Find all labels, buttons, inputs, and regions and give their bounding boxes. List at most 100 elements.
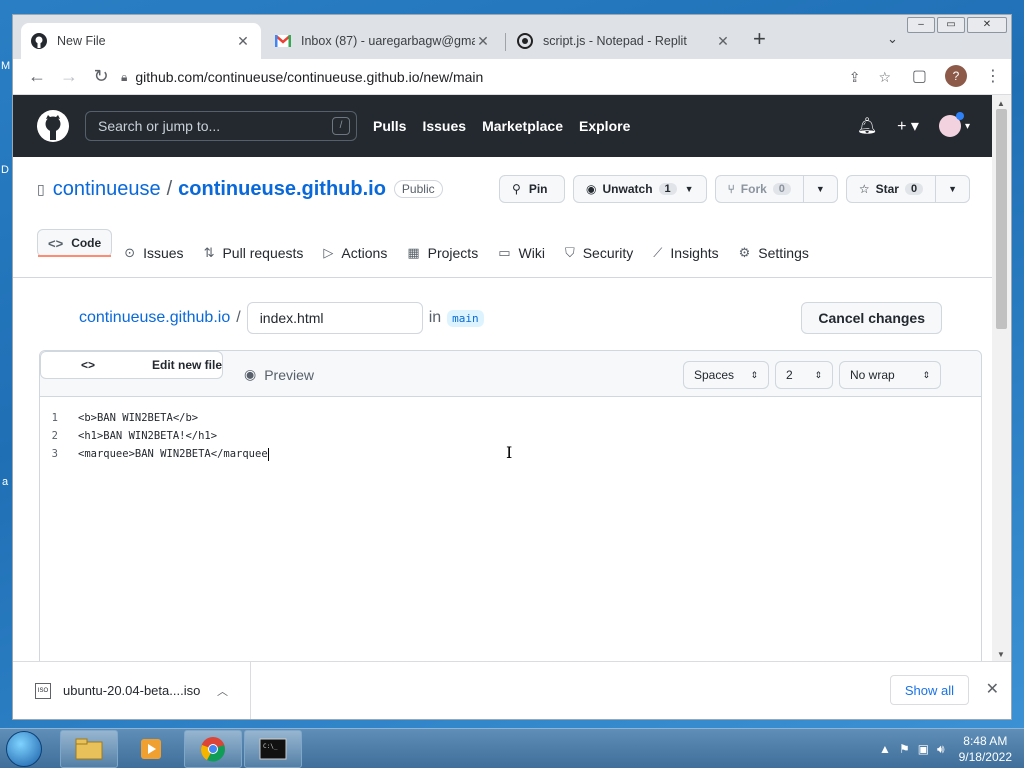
desktop-icon-label: D: [1, 164, 9, 176]
scroll-down-icon[interactable]: ▼: [997, 650, 1005, 659]
tray-expand-icon[interactable]: ▲: [879, 742, 891, 757]
wiki-icon: ▭: [498, 245, 511, 260]
tab-insights[interactable]: ⟋ Insights: [645, 229, 726, 277]
downloads-bar: ISO ubuntu-20.04-beta....iso ︿ Show all …: [13, 661, 1011, 719]
github-logo-icon[interactable]: [37, 110, 69, 142]
branch-label: main: [447, 309, 484, 327]
svg-text:C:\_: C:\_: [263, 743, 278, 750]
scroll-thumb[interactable]: [996, 109, 1007, 329]
close-icon[interactable]: ✕: [986, 679, 999, 699]
star-button[interactable]: ☆ Star 0 ▼: [845, 175, 970, 203]
browser-tab-github[interactable]: New File ✕: [21, 23, 261, 59]
maximize-icon[interactable]: ▭: [937, 17, 965, 33]
nav-issues[interactable]: Issues: [422, 118, 466, 134]
forward-icon[interactable]: →: [55, 63, 83, 91]
notification-bell-icon[interactable]: 🔔︎: [857, 116, 877, 136]
media-player-taskbar-icon[interactable]: [122, 730, 180, 768]
security-icon: ⛉: [564, 245, 575, 260]
tab-actions[interactable]: ▷ Actions: [315, 229, 395, 277]
pull-request-icon: ⇅: [203, 245, 215, 260]
search-input[interactable]: Search or jump to... /: [85, 111, 357, 141]
close-tab-icon[interactable]: ✕: [715, 33, 731, 50]
bookmark-star-icon[interactable]: ☆: [878, 69, 891, 86]
search-shortcut-key: /: [332, 117, 350, 135]
tab-search-icon[interactable]: ⌄: [887, 31, 898, 47]
window-controls: – ▭ ✕: [905, 17, 1007, 33]
close-tab-icon[interactable]: ✕: [235, 33, 251, 50]
cmd-taskbar-icon[interactable]: C:\_: [244, 730, 302, 768]
select-arrows-icon: ⇕: [922, 369, 930, 380]
desktop-edge: M D a: [0, 0, 12, 728]
network-icon[interactable]: ▣: [918, 742, 929, 757]
user-avatar: [938, 112, 964, 137]
tab-code[interactable]: <> Code: [37, 229, 113, 257]
action-center-icon[interactable]: ⚑: [899, 742, 910, 757]
eye-icon: ◉: [244, 366, 257, 382]
tab-title: script.js - Notepad - Replit: [543, 34, 687, 48]
tab-projects[interactable]: ▦ Projects: [399, 229, 486, 277]
projects-icon: ▦: [407, 245, 420, 260]
indent-size-select[interactable]: 2 ⇕: [775, 361, 833, 389]
address-bar[interactable]: 🔒︎ github.com/continueuse/continueuse.gi…: [121, 63, 891, 91]
tab-security[interactable]: ⛉ Security: [557, 229, 641, 277]
close-tab-icon[interactable]: ✕: [475, 33, 491, 50]
new-tab-icon[interactable]: +: [753, 28, 766, 50]
create-new-icon[interactable]: + ▾: [897, 116, 919, 136]
page-scrollbar[interactable]: ▲ ▼: [992, 95, 1011, 661]
user-menu[interactable]: ▾: [938, 112, 970, 137]
tab-pull-requests[interactable]: ⇅ Pull requests: [196, 229, 312, 277]
back-icon[interactable]: ←: [23, 63, 51, 91]
download-item[interactable]: ISO ubuntu-20.04-beta....iso ︿: [13, 662, 251, 719]
star-dropdown-icon[interactable]: ▼: [935, 176, 969, 202]
code-area[interactable]: 1 <b>BAN WIN2BETA</b> 2 <h1>BAN WIN2BETA!<…: [40, 397, 981, 475]
filename-input[interactable]: index.html: [246, 302, 423, 334]
fork-button[interactable]: ⑂ Fork 0 ▼: [714, 175, 838, 203]
clock[interactable]: 8:48 AM 9/18/2022: [959, 733, 1012, 765]
browser-toolbar: ← → ↻ 🔒︎ github.com/continueuse/continue…: [13, 59, 1011, 95]
nav-explore[interactable]: Explore: [579, 118, 630, 134]
chrome-taskbar-icon[interactable]: [184, 730, 242, 768]
text-cursor-icon: I: [506, 443, 513, 462]
wrap-mode-select[interactable]: No wrap ⇕: [839, 361, 941, 389]
code-icon: <>: [81, 358, 96, 372]
tab-wiki[interactable]: ▭ Wiki: [490, 229, 553, 277]
editor-section: continueuse.github.io / index.html in ma…: [13, 278, 994, 661]
close-window-icon[interactable]: ✕: [967, 17, 1007, 33]
nav-marketplace[interactable]: Marketplace: [482, 118, 563, 134]
repo-owner-link[interactable]: continueuse: [53, 178, 161, 201]
profile-avatar[interactable]: ?: [945, 65, 967, 87]
browser-tab-replit[interactable]: script.js - Notepad - Replit ✕: [507, 23, 741, 59]
reload-icon[interactable]: ↻: [87, 63, 115, 91]
tab-edit-new-file[interactable]: <> Edit new file: [40, 351, 223, 379]
tab-preview[interactable]: ◉ Preview: [224, 351, 354, 398]
explorer-taskbar-icon[interactable]: [60, 730, 118, 768]
chevron-up-icon[interactable]: ︿: [217, 683, 228, 699]
issues-icon: ⊙: [124, 245, 136, 260]
side-panel-icon[interactable]: ▢: [912, 66, 927, 86]
start-button[interactable]: [6, 731, 42, 767]
minimize-icon[interactable]: –: [907, 17, 935, 33]
repo-name-link[interactable]: continueuse.github.io: [178, 178, 386, 201]
tab-settings[interactable]: ⚙ Settings: [731, 229, 817, 277]
pin-icon: ⚲: [512, 182, 521, 196]
show-all-button[interactable]: Show all: [889, 675, 969, 705]
share-icon[interactable]: ⇪: [849, 69, 861, 86]
download-filename: ubuntu-20.04-beta....iso: [63, 683, 201, 698]
text-caret: [267, 447, 269, 461]
browser-tab-gmail[interactable]: Inbox (87) - uaregarbagw@gmail ✕: [265, 23, 501, 59]
cancel-changes-button[interactable]: Cancel changes: [801, 302, 942, 334]
breadcrumb-repo-link[interactable]: continueuse.github.io: [79, 309, 230, 327]
menu-kebab-icon[interactable]: ⋮: [985, 66, 1001, 86]
indent-mode-select[interactable]: Spaces ⇕: [683, 361, 769, 389]
repo-icon: ▯: [37, 180, 45, 197]
scroll-up-icon[interactable]: ▲: [997, 99, 1005, 108]
lock-icon: 🔒︎: [121, 69, 128, 84]
actions-icon: ▷: [323, 245, 334, 260]
tab-issues[interactable]: ⊙ Issues: [116, 229, 191, 277]
fork-dropdown-icon[interactable]: ▼: [802, 176, 837, 202]
pin-button[interactable]: ⚲ Pin: [499, 175, 566, 203]
taskbar: C:\_ ▲ ⚑ ▣ 🔊︎ 8:48 AM 9/18/2022: [0, 728, 1024, 768]
volume-icon[interactable]: 🔊︎: [937, 742, 945, 757]
nav-pulls[interactable]: Pulls: [373, 118, 406, 134]
unwatch-button[interactable]: ◉ Unwatch 1 ▼: [573, 175, 707, 203]
